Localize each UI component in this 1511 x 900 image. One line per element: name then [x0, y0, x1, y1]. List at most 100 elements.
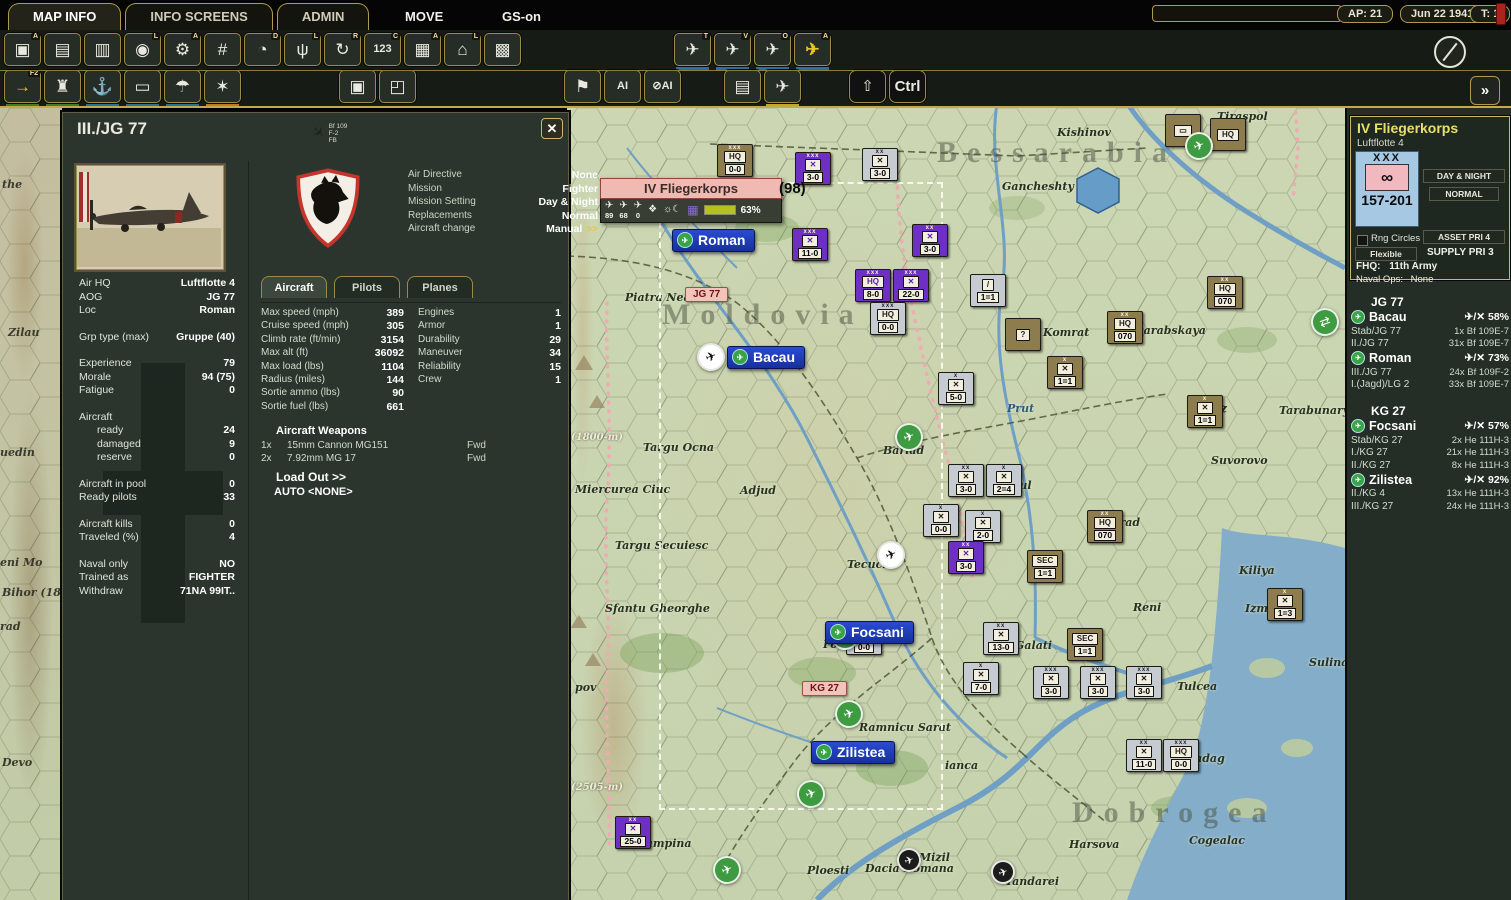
toolbar-button[interactable]: ✶ [204, 70, 241, 103]
detail-tab[interactable]: Aircraft [261, 276, 327, 298]
unit-counter[interactable]: xx ✕ 3-0 [862, 148, 898, 181]
unit-counter[interactable]: SEC 1=1 [1067, 628, 1103, 661]
air-group-label[interactable]: KG 27 [802, 681, 847, 696]
toolbar-button[interactable]: Ctrl [889, 70, 926, 103]
toolbar-button[interactable]: ⚑ [564, 70, 601, 103]
range-circles-checkbox[interactable] [1357, 235, 1368, 246]
airbase-city-label[interactable]: ✈ Bacau [727, 346, 805, 369]
unit-counter[interactable]: xx HQ 070 [1087, 510, 1123, 543]
unit-counter[interactable]: xxx ✕ 22-0 [893, 269, 929, 302]
toolbar-button[interactable]: ↻ R [324, 33, 361, 66]
toolbar-button[interactable]: ✈ V [714, 33, 751, 66]
air-group-row[interactable]: ✈ JG 77 [1351, 294, 1509, 309]
toolbar-button[interactable]: ▩ [484, 33, 521, 66]
toolbar-button[interactable]: ◰ [379, 70, 416, 103]
airbase-city-label[interactable]: ✈ Focsani [825, 621, 914, 644]
menu-tab[interactable]: MAP INFO [8, 3, 121, 30]
unit-counter[interactable]: xx ✕ 25-0 [615, 816, 651, 849]
detail-tab[interactable]: Pilots [334, 276, 400, 298]
compass-icon[interactable] [1434, 36, 1466, 68]
airbase-city-label[interactable]: ✈ Roman [672, 229, 755, 252]
unit-counter[interactable]: xx ✕ 3-0 [912, 224, 948, 257]
toolbar-button[interactable]: AI [604, 70, 641, 103]
unit-counter[interactable]: xx ✕ 3-0 [948, 464, 984, 497]
airbase-city-label[interactable]: ✈ Zilistea [811, 741, 895, 764]
unit-counter[interactable]: xxx ✕ 3-0 [1080, 666, 1116, 699]
menu-item-gs[interactable]: GS-on [502, 9, 541, 24]
unit-counter[interactable]: / 1=1 [970, 274, 1006, 307]
air-group-row[interactable]: ✈ I.(Jagd)/LG 233x Bf 109E-7 [1351, 379, 1509, 392]
toolbar-button[interactable]: ψ L [284, 33, 321, 66]
air-group-row[interactable]: ✈ Focsani✈/✕ 57% [1351, 418, 1509, 434]
menu-tab[interactable]: ADMIN [277, 3, 370, 30]
unit-counter[interactable]: xxx HQ 0-0 [870, 302, 906, 335]
map-viewport[interactable]: BessarabiaMoldoviaDobrogea KishinovTiras… [567, 108, 1345, 900]
air-group-row[interactable]: ✈ Stab/JG 771x Bf 109E-7 [1351, 325, 1509, 338]
unit-counter[interactable]: ? [1005, 318, 1041, 351]
air-group-row[interactable]: ✈ II./JG 7731x Bf 109E-7 [1351, 338, 1509, 351]
close-icon[interactable]: ✕ [541, 118, 563, 139]
toolbar-button[interactable]: ▤ [44, 33, 81, 66]
auto-loadout-button[interactable]: AUTO <NONE> [261, 486, 561, 498]
toolbar-button[interactable]: ☂ [164, 70, 201, 103]
toolbar-button[interactable]: ◉ L [124, 33, 161, 66]
toolbar-button[interactable]: ✈ T [674, 33, 711, 66]
air-group-label[interactable]: JG 77 [685, 287, 728, 302]
air-group-row[interactable]: ✈ Zilistea✈/✕ 92% [1351, 472, 1509, 488]
toolbar-button[interactable]: ✈ A [794, 33, 831, 66]
air-group-row[interactable]: ✈ [1351, 391, 1509, 403]
toolbar-button[interactable]: ⚙ A [164, 33, 201, 66]
toolbar-button[interactable]: ⇧ [849, 70, 886, 103]
supply-priority-label[interactable]: SUPPLY PRI 3 [1427, 247, 1494, 258]
menu-item-move[interactable]: MOVE [405, 9, 443, 24]
unit-counter[interactable]: x ✕ 2-0 [965, 510, 1001, 543]
directive-row[interactable]: Mission Fighter [408, 183, 598, 197]
unit-counter[interactable]: xxx ✕ 3-0 [1126, 666, 1162, 699]
toolbar-button[interactable]: ⊘AI [644, 70, 681, 103]
toolbar-button[interactable]: # [204, 33, 241, 66]
toolbar-button[interactable]: ⌂ L [444, 33, 481, 66]
directive-row[interactable]: Mission Setting Day & Night [408, 196, 598, 210]
unit-counter[interactable]: HQ [1210, 118, 1246, 151]
toolbar-button[interactable]: ♜ [44, 70, 81, 103]
toolbar-button[interactable]: 123 C [364, 33, 401, 66]
air-group-row[interactable]: ✈ III./JG 7724x Bf 109F-2 [1351, 366, 1509, 379]
detail-tab[interactable]: Planes [407, 276, 473, 298]
air-group-row[interactable]: ✈ Bacau✈/✕ 58% [1351, 309, 1509, 325]
directive-row[interactable]: Air Directive None [408, 169, 598, 183]
toolbar-button[interactable]: ▤ [724, 70, 761, 103]
unit-counter[interactable]: xxx HQ 8-0 [855, 269, 891, 302]
unit-counter[interactable]: x ✕ 1=1 [1187, 395, 1223, 428]
loadout-button[interactable]: Load Out >> [261, 470, 561, 484]
flexible-button[interactable]: Flexible [1355, 247, 1417, 261]
air-group-row[interactable]: ✈ III./KG 2724x He 111H-3 [1351, 500, 1509, 513]
air-group-row[interactable]: ✈ Stab/KG 272x He 111H-3 [1351, 434, 1509, 447]
normal-button[interactable]: NORMAL [1429, 187, 1499, 201]
air-group-row[interactable]: ✈ KG 27 [1351, 403, 1509, 418]
daynight-button[interactable]: DAY & NIGHT [1423, 169, 1505, 183]
toolbar-button[interactable]: ✈ [764, 70, 801, 103]
toolbar-button[interactable]: ▣ A [4, 33, 41, 66]
unit-counter[interactable]: xxx HQ 0-0 [1163, 739, 1199, 772]
toolbar-button[interactable]: ▣ [339, 70, 376, 103]
hq-counter[interactable]: XXX ∞ 157-201 [1355, 151, 1419, 227]
directive-row[interactable]: Replacements Normal [408, 210, 598, 224]
map-strip[interactable]: theZilauuedineni MoBihor (1849radDevo [0, 108, 62, 900]
air-group-row[interactable]: ✈ Roman✈/✕ 73% [1351, 350, 1509, 366]
air-group-row[interactable]: ✈ II./KG 278x He 111H-3 [1351, 459, 1509, 472]
unit-counter[interactable]: xx ✕ 3-0 [948, 541, 984, 574]
unit-counter[interactable]: xx ✕ 13-0 [983, 622, 1019, 655]
unit-counter[interactable]: x ✕ 1=3 [1267, 588, 1303, 621]
fliegerkorps-map-box[interactable]: IV Fliegerkorps ✈89 ✈68 ✈0 ❖ ☼☾ [600, 178, 782, 223]
toolbar-button[interactable]: → F2 [4, 70, 41, 103]
directive-row[interactable]: Aircraft change Manual>> [408, 223, 598, 237]
unit-counter[interactable]: x ✕ 5-0 [938, 372, 974, 405]
unit-counter[interactable]: SEC 1=1 [1027, 550, 1063, 583]
toolbar-button[interactable]: ✈ O [754, 33, 791, 66]
unit-counter[interactable]: x ✕ 1=1 [1047, 356, 1083, 389]
toolbar-button[interactable]: ▭ [124, 70, 161, 103]
unit-counter[interactable]: xxx ✕ 11-0 [792, 228, 828, 261]
header-input[interactable] [1152, 5, 1342, 22]
unit-counter[interactable]: x ✕ 0-0 [923, 504, 959, 537]
unit-counter[interactable]: x ✕ 7-0 [963, 662, 999, 695]
